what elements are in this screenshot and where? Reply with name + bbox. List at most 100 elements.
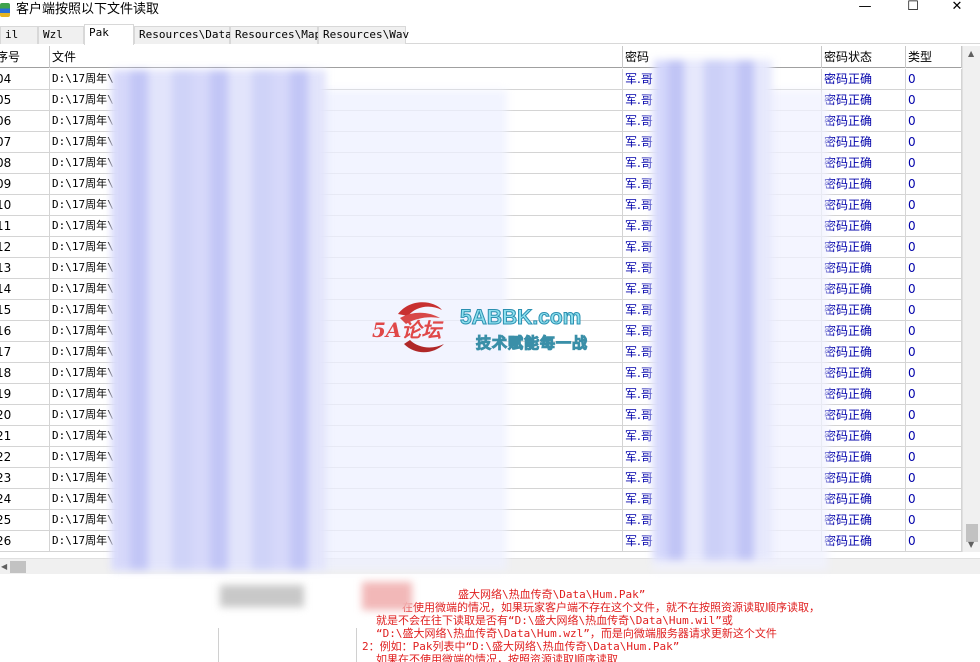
maximize-button[interactable]: ☐ — [890, 0, 936, 16]
tab-resources-map[interactable]: Resources\Map — [230, 26, 321, 44]
cell-type: 0 — [906, 384, 962, 404]
cell-status: 密码正确 — [822, 426, 906, 446]
column-header-no[interactable]: 序号 — [0, 46, 50, 68]
cell-status: 密码正确 — [822, 132, 906, 152]
cell-no: 12 — [0, 237, 50, 257]
cell-status: 密码正确 — [822, 342, 906, 362]
cell-no: 08 — [0, 153, 50, 173]
cell-type: 0 — [906, 279, 962, 299]
cell-status: 密码正确 — [822, 195, 906, 215]
cell-type: 0 — [906, 468, 962, 488]
info-line: 如果在不使用微端的情况，按照资源读取顺序读取 — [376, 653, 618, 662]
cell-no: 19 — [0, 384, 50, 404]
cell-status: 密码正确 — [822, 531, 906, 551]
cell-type: 0 — [906, 111, 962, 131]
cell-type: 0 — [906, 363, 962, 383]
cell-no: 07 — [0, 132, 50, 152]
cell-status: 密码正确 — [822, 468, 906, 488]
column-header-file[interactable]: 文件 — [50, 46, 623, 68]
cell-type: 0 — [906, 174, 962, 194]
scroll-up-icon[interactable]: ▲ — [968, 49, 974, 59]
tab-pak[interactable]: Pak — [84, 24, 134, 45]
cell-type: 0 — [906, 132, 962, 152]
title-bar: 客户端按照以下文件读取 — ☐ ✕ — [0, 0, 980, 22]
info-line: 2：例如：Pak列表中“D:\盛大网络\热血传奇\Data\Hum.Pak” — [362, 640, 680, 653]
cell-type: 0 — [906, 531, 962, 551]
app-icon — [0, 3, 10, 17]
cell-no: 24 — [0, 489, 50, 509]
watermark-brand: 5A论坛 — [372, 318, 442, 342]
cell-no: 26 — [0, 531, 50, 551]
cell-status: 密码正确 — [822, 153, 906, 173]
vertical-scrollbar[interactable]: ▲ ▼ — [962, 46, 980, 552]
cell-status: 密码正确 — [822, 90, 906, 110]
info-line: “D:\盛大网络\热血传奇\Data\Hum.wzl”，而是向微端服务器请求更新… — [376, 627, 777, 640]
privacy-blur — [362, 582, 412, 610]
cell-status: 密码正确 — [822, 300, 906, 320]
cell-no: 05 — [0, 90, 50, 110]
cell-status: 密码正确 — [822, 363, 906, 383]
cell-status: 密码正确 — [822, 405, 906, 425]
minimize-button[interactable]: — — [842, 0, 888, 16]
cell-status: 密码正确 — [822, 216, 906, 236]
cell-type: 0 — [906, 237, 962, 257]
cell-no: 14 — [0, 279, 50, 299]
cell-status: 密码正确 — [822, 447, 906, 467]
cell-no: 16 — [0, 321, 50, 341]
cell-type: 0 — [906, 153, 962, 173]
cell-type: 0 — [906, 321, 962, 341]
info-line: 在使用微端的情况，如果玩家客户端不存在这个文件，就不在按照资源读取顺序读取， — [402, 601, 820, 614]
info-line: 就是不会在往下读取是否有“D:\盛大网络\热血传奇\Data\Hum.wil”或 — [376, 614, 733, 627]
tab-resources-data[interactable]: Resources\Data — [134, 26, 232, 44]
cell-no: 13 — [0, 258, 50, 278]
privacy-blur — [654, 60, 772, 560]
cell-no: 10 — [0, 195, 50, 215]
cell-no: 22 — [0, 447, 50, 467]
cell-status: 密码正确 — [822, 489, 906, 509]
cell-no: 25 — [0, 510, 50, 530]
tab-wil[interactable]: il — [0, 26, 38, 44]
cell-status: 密码正确 — [822, 279, 906, 299]
window-title: 客户端按照以下文件读取 — [16, 2, 160, 17]
watermark-slogan: 技术赋能每一战 — [475, 334, 589, 353]
watermark: 5A论坛 5ABBK.com 技术赋能每一战 — [368, 296, 612, 366]
cell-type: 0 — [906, 69, 962, 89]
grid-header: 序号 文件 密码 密码状态 类型 — [0, 46, 962, 68]
cell-status: 密码正确 — [822, 237, 906, 257]
scroll-down-icon[interactable]: ▼ — [968, 540, 974, 550]
column-header-type[interactable]: 类型 — [906, 46, 962, 68]
tab-resources-wav[interactable]: Resources\Wav — [318, 26, 409, 44]
cell-status: 密码正确 — [822, 258, 906, 278]
cell-type: 0 — [906, 195, 962, 215]
cell-no: 17 — [0, 342, 50, 362]
cell-type: 0 — [906, 447, 962, 467]
cell-no: 04 — [0, 69, 50, 89]
close-button[interactable]: ✕ — [934, 0, 980, 16]
cell-type: 0 — [906, 489, 962, 509]
cell-type: 0 — [906, 258, 962, 278]
privacy-blur — [112, 70, 326, 570]
watermark-domain: 5ABBK.com — [459, 306, 582, 330]
cell-type: 0 — [906, 426, 962, 446]
cell-status: 密码正确 — [822, 111, 906, 131]
cell-type: 0 — [906, 342, 962, 362]
cell-status: 密码正确 — [822, 384, 906, 404]
privacy-blur — [220, 585, 304, 607]
cell-no: 11 — [0, 216, 50, 236]
panel-divider — [218, 628, 219, 662]
cell-no: 23 — [0, 468, 50, 488]
cell-no: 15 — [0, 300, 50, 320]
column-header-status[interactable]: 密码状态 — [822, 46, 906, 68]
cell-no: 21 — [0, 426, 50, 446]
cell-type: 0 — [906, 300, 962, 320]
tab-strip: il Wzl Pak Resources\Data Resources\Map … — [0, 24, 980, 45]
scroll-left-icon[interactable]: ◀ — [1, 562, 7, 572]
cell-type: 0 — [906, 510, 962, 530]
cell-no: 20 — [0, 405, 50, 425]
cell-no: 18 — [0, 363, 50, 383]
cell-status: 密码正确 — [822, 321, 906, 341]
horizontal-scroll-thumb[interactable] — [10, 561, 26, 573]
cell-status: 密码正确 — [822, 510, 906, 530]
info-text: 盛大网络\热血传奇\Data\Hum.Pak” 在使用微端的情况，如果玩家客户端… — [362, 588, 972, 662]
tab-wzl[interactable]: Wzl — [38, 26, 84, 44]
